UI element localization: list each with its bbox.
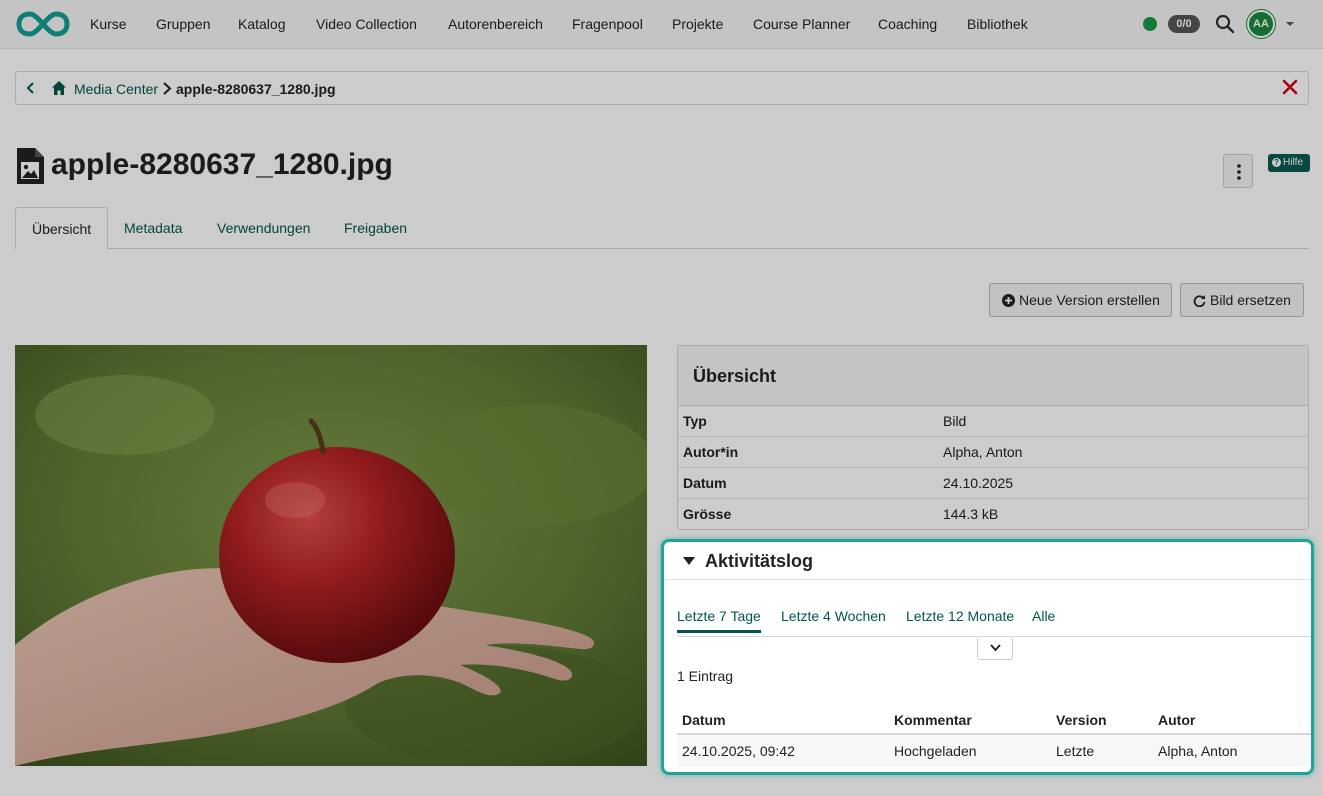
- column-header-datum[interactable]: Datum: [682, 712, 726, 728]
- tab-freigaben[interactable]: Freigaben: [328, 207, 423, 249]
- activity-log-header[interactable]: Aktivitätslog: [664, 542, 1311, 580]
- nav-item-bibliothek[interactable]: Bibliothek: [967, 16, 1028, 32]
- column-header-kommentar[interactable]: Kommentar: [894, 712, 972, 728]
- activity-filter-tabs: Letzte 7 Tage Letzte 4 Wochen Letzte 12 …: [677, 602, 1311, 637]
- help-label: Hilfe: [1283, 157, 1304, 168]
- overview-label: Grösse: [683, 506, 732, 522]
- infinity-logo[interactable]: [16, 10, 70, 38]
- overview-row: Typ Bild: [678, 406, 1308, 437]
- column-header-version[interactable]: Version: [1056, 712, 1107, 728]
- overview-value: Bild: [943, 413, 967, 429]
- overview-label: Typ: [683, 413, 707, 429]
- replace-image-button[interactable]: Bild ersetzen: [1180, 283, 1304, 317]
- filter-expand-button[interactable]: [977, 638, 1013, 660]
- nav-item-gruppen[interactable]: Gruppen: [156, 16, 210, 32]
- nav-item-katalog[interactable]: Katalog: [238, 16, 285, 32]
- nav-item-coaching[interactable]: Coaching: [878, 16, 937, 32]
- caret-down-icon[interactable]: [683, 557, 695, 566]
- kebab-menu-icon: [1237, 164, 1241, 180]
- user-avatar[interactable]: AA: [1247, 10, 1275, 38]
- more-actions-button[interactable]: [1223, 154, 1253, 188]
- tab-uebersicht[interactable]: Übersicht: [15, 207, 109, 250]
- overview-row: Datum 24.10.2025: [678, 468, 1308, 499]
- new-version-label: Neue Version erstellen: [1019, 292, 1160, 308]
- nav-item-course-planner[interactable]: Course Planner: [753, 16, 850, 32]
- replace-image-label: Bild ersetzen: [1210, 292, 1291, 308]
- search-icon[interactable]: [1215, 14, 1235, 34]
- plus-circle-icon: [1002, 294, 1015, 307]
- entry-count: 1 Eintrag: [677, 668, 734, 684]
- nav-item-video-collection[interactable]: Video Collection: [316, 16, 417, 32]
- new-version-button[interactable]: Neue Version erstellen: [989, 283, 1172, 317]
- tab-last-12-months[interactable]: Letzte 12 Monate: [906, 608, 1014, 624]
- refresh-icon: [1193, 295, 1206, 307]
- overview-value: 24.10.2025: [943, 475, 1014, 491]
- overview-label: Autor*in: [683, 444, 739, 460]
- activity-log-panel: Aktivitätslog Letzte 7 Tage Letzte 4 Woc…: [661, 539, 1314, 775]
- overview-value: 144.3 kB: [943, 506, 999, 522]
- table-row: 24.10.2025, 09:42 Hochgeladen Letzte Alp…: [677, 735, 1311, 766]
- cell-version: Letzte: [1056, 743, 1095, 759]
- question-icon: ?: [1272, 158, 1281, 167]
- tab-verwendungen[interactable]: Verwendungen: [201, 207, 326, 249]
- home-icon[interactable]: [51, 80, 67, 96]
- overview-row: Grösse 144.3 kB: [678, 499, 1308, 529]
- overview-title: Übersicht: [678, 346, 1308, 406]
- close-icon[interactable]: [1282, 79, 1298, 95]
- nav-item-kurse[interactable]: Kurse: [90, 16, 127, 32]
- tab-bar: Übersicht Metadata Verwendungen Freigabe…: [15, 207, 1309, 250]
- chevron-down-icon[interactable]: [1285, 20, 1295, 28]
- breadcrumb-root-link[interactable]: Media Center: [74, 81, 158, 97]
- nav-item-autorenbereich[interactable]: Autorenbereich: [448, 16, 543, 32]
- help-button[interactable]: ? Hilfe: [1268, 154, 1310, 172]
- image-file-icon: [17, 148, 44, 184]
- cell-datum: 24.10.2025, 09:42: [682, 743, 795, 759]
- cell-autor: Alpha, Anton: [1158, 743, 1238, 759]
- overview-row: Autor*in Alpha, Anton: [678, 437, 1308, 468]
- notification-counter[interactable]: 0/0: [1168, 15, 1200, 33]
- tab-last-4-weeks[interactable]: Letzte 4 Wochen: [781, 608, 886, 624]
- overview-value: Alpha, Anton: [943, 444, 1023, 460]
- top-navigation: Kurse Gruppen Katalog Video Collection A…: [0, 0, 1323, 49]
- chevron-down-icon: [990, 644, 1001, 652]
- nav-item-projekte[interactable]: Projekte: [672, 16, 723, 32]
- column-header-autor[interactable]: Autor: [1158, 712, 1195, 728]
- page-title: apple-8280637_1280.jpg: [51, 148, 393, 181]
- chevron-left-icon[interactable]: [24, 81, 38, 95]
- activity-table: Datum Kommentar Version Autor 24.10.2025…: [677, 704, 1311, 766]
- cell-kommentar: Hochgeladen: [894, 743, 977, 759]
- activity-log-title: Aktivitätslog: [705, 551, 814, 571]
- nav-item-fragenpool[interactable]: Fragenpool: [572, 16, 643, 32]
- table-header-row: Datum Kommentar Version Autor: [677, 704, 1311, 735]
- tab-metadata[interactable]: Metadata: [108, 207, 198, 249]
- tab-all[interactable]: Alle: [1032, 608, 1055, 624]
- tab-last-7-days[interactable]: Letzte 7 Tage: [677, 608, 761, 633]
- chevron-right-icon: [163, 82, 172, 95]
- image-preview: [15, 345, 647, 766]
- breadcrumb-current: apple-8280637_1280.jpg: [176, 81, 336, 97]
- online-status-indicator[interactable]: [1143, 17, 1157, 31]
- overview-label: Datum: [683, 475, 727, 491]
- overview-panel: Übersicht Typ Bild Autor*in Alpha, Anton…: [677, 345, 1309, 530]
- breadcrumb: Media Center apple-8280637_1280.jpg: [15, 71, 1309, 105]
